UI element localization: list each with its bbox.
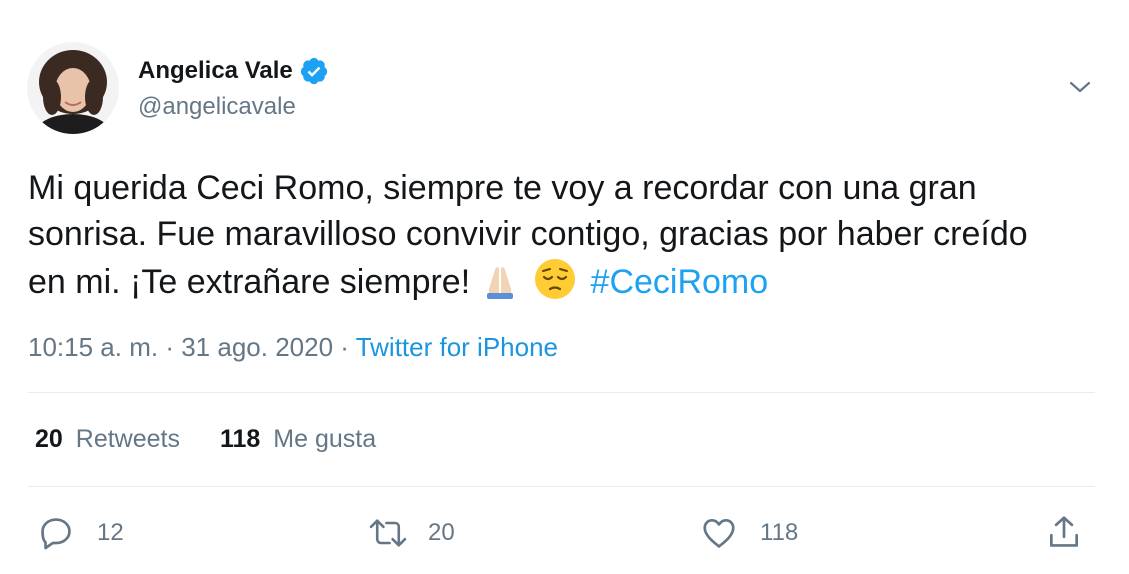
retweet-button[interactable]: 20 [368,514,455,552]
folded-hands-icon [480,261,520,313]
chevron-down-icon[interactable] [1066,76,1094,98]
verified-badge-icon [299,56,329,86]
share-icon [1049,516,1079,547]
heart-icon [703,518,735,548]
pensive-face-icon [533,257,577,313]
like-count: 118 [760,519,799,546]
tweet-date[interactable]: 31 ago. 2020 [181,332,333,362]
hashtag-link[interactable]: #CeciRomo [591,263,769,301]
meta-separator: · [340,332,349,362]
likes-stat[interactable]: 118 Me gusta [220,425,376,454]
likes-label: Me gusta [273,425,377,453]
reply-icon [41,518,71,550]
tweet-stats: 20 Retweets 118 Me gusta [35,425,376,454]
meta-separator: · [165,332,174,362]
reply-count: 12 [97,519,124,546]
tweet-meta: 10:15 a. m. · 31 ago. 2020 · Twitter for… [28,332,558,363]
tweet-text-line: en mi. ¡Te extrañare siempre! [28,263,471,301]
likes-count: 118 [219,425,261,453]
tweet-text: Mi querida Ceci Romo, siempre te voy a r… [28,165,1108,313]
tweet-text-line-3: en mi. ¡Te extrañare siempre! #CeciRomo [28,257,1108,313]
author-handle[interactable]: @angelicavale [138,93,296,121]
tweet-text-line: Mi querida Ceci Romo, siempre te voy a r… [28,169,977,207]
author-name[interactable]: Angelica Vale [138,56,329,86]
tweet-time[interactable]: 10:15 a. m. [28,332,158,362]
tweet-text-line: sonrisa. Fue maravilloso convivir contig… [28,215,1028,253]
action-bar: 12 20 118 [0,510,1129,560]
retweet-icon [369,519,407,547]
retweets-stat[interactable]: 20 Retweets [35,425,180,454]
share-button[interactable] [1045,512,1083,552]
divider [28,486,1095,487]
retweets-label: Retweets [75,425,180,453]
retweet-count: 20 [428,519,455,546]
tweet-source-link[interactable]: Twitter for iPhone [356,332,558,362]
avatar[interactable] [27,42,119,134]
retweets-count: 20 [35,425,63,453]
divider [28,392,1095,393]
like-button[interactable]: 118 [700,514,798,552]
author-name-text[interactable]: Angelica Vale [138,57,293,85]
reply-button[interactable]: 12 [37,514,124,552]
